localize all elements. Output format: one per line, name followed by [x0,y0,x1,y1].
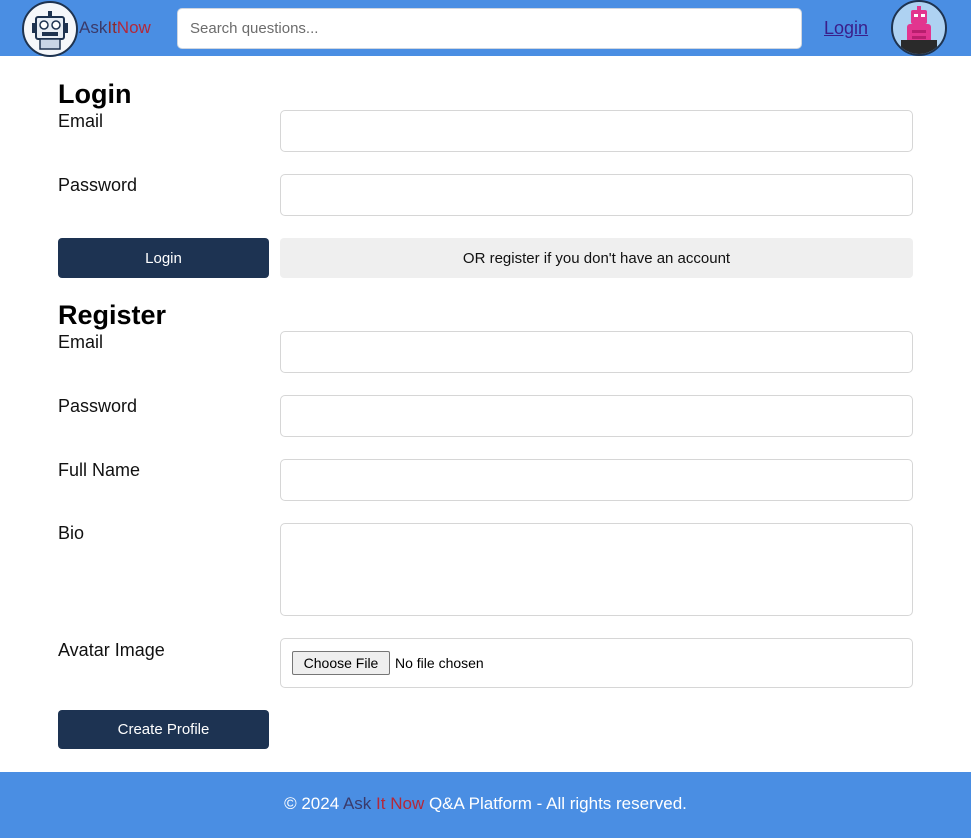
file-status: No file chosen [395,655,484,671]
footer-brand-ask: Ask [342,794,372,813]
register-bio-field[interactable] [280,523,913,616]
brand-name[interactable]: AskItNow [79,18,151,38]
login-button[interactable]: Login [58,238,269,278]
login-password-label: Password [58,175,138,195]
register-fullname-field[interactable] [280,459,913,501]
register-password-field[interactable] [280,395,913,437]
login-link[interactable]: Login [824,18,868,39]
register-fullname-label: Full Name [58,460,141,480]
login-email-field[interactable] [280,110,913,152]
avatar-file-input[interactable]: Choose File No file chosen [280,638,913,688]
create-profile-button[interactable]: Create Profile [58,710,269,749]
register-email-field[interactable] [280,331,913,373]
footer: © 2024 Ask It Now Q&A Platform - All rig… [0,772,971,838]
register-avatar-label: Avatar Image [58,640,165,660]
register-toggle-button[interactable]: OR register if you don't have an account [280,238,913,278]
choose-file-button[interactable]: Choose File [292,651,390,675]
top-navbar: AskItNow Login [0,0,971,57]
footer-suffix: Q&A Platform - All rights reserved. [424,794,687,813]
avatar[interactable] [891,0,947,56]
robot-logo-icon[interactable] [22,1,78,57]
brand-it: It [107,18,117,37]
register-password-label: Password [58,396,138,416]
register-title: Register [58,300,167,330]
brand-now: Now [116,18,151,37]
login-title: Login [58,79,132,109]
register-email-label: Email [58,332,104,352]
register-bio-label: Bio [58,523,85,543]
footer-prefix: © 2024 [284,794,343,813]
footer-brand-it: It [376,794,386,813]
brand-ask: Ask [79,18,108,37]
footer-brand-now: Now [390,794,425,813]
login-email-label: Email [58,111,104,131]
login-password-field[interactable] [280,174,913,216]
search-input[interactable] [177,8,802,49]
